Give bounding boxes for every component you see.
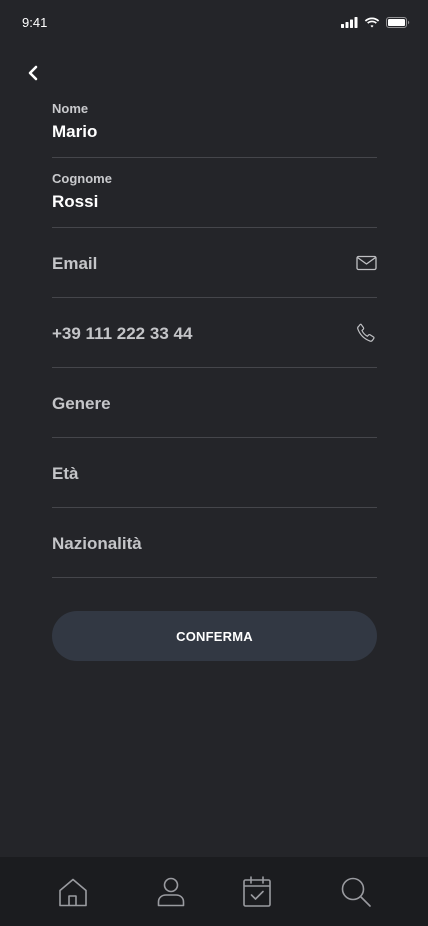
first-name-value[interactable]: Mario [52, 122, 97, 142]
confirm-button[interactable]: CONFERMA [52, 611, 377, 661]
status-icons [341, 16, 410, 28]
nationality-field[interactable]: Nazionalità [52, 508, 377, 578]
last-name-value[interactable]: Rossi [52, 192, 98, 212]
mail-icon [355, 252, 377, 274]
nav-search[interactable] [339, 875, 373, 909]
gender-placeholder[interactable]: Genere [52, 394, 111, 414]
calendar-check-icon [243, 876, 271, 907]
phone-icon [355, 322, 377, 344]
email-placeholder[interactable]: Email [52, 254, 97, 274]
bottom-nav [0, 857, 428, 926]
phone-value[interactable]: +39 111 222 33 44 [52, 324, 192, 344]
signal-icon [341, 16, 358, 28]
age-placeholder[interactable]: Età [52, 464, 78, 484]
profile-icon [157, 877, 185, 907]
nav-calendar[interactable] [240, 875, 274, 909]
last-name-label: Cognome [52, 171, 112, 186]
age-field[interactable]: Età [52, 438, 377, 508]
gender-field[interactable]: Genere [52, 368, 377, 438]
first-name-field[interactable]: Nome Mario [52, 88, 377, 158]
status-bar: 9:41 [0, 0, 428, 44]
first-name-label: Nome [52, 101, 89, 116]
wifi-icon [364, 17, 380, 27]
nav-home[interactable] [56, 875, 90, 909]
back-button[interactable] [20, 60, 46, 86]
battery-icon [386, 16, 410, 28]
nationality-placeholder[interactable]: Nazionalità [52, 534, 142, 554]
edit-profile-screen: 9:41 Nome Mario Cognome Rossi Email +39 … [0, 0, 428, 926]
home-icon [59, 878, 87, 907]
last-name-field[interactable]: Cognome Rossi [52, 158, 377, 228]
search-icon [341, 877, 371, 907]
profile-form: Nome Mario Cognome Rossi Email +39 111 2… [52, 88, 377, 578]
phone-field[interactable]: +39 111 222 33 44 [52, 298, 377, 368]
email-field[interactable]: Email [52, 228, 377, 298]
status-time: 9:41 [22, 15, 48, 30]
nav-profile[interactable] [154, 875, 188, 909]
chevron-left-icon [28, 65, 38, 81]
